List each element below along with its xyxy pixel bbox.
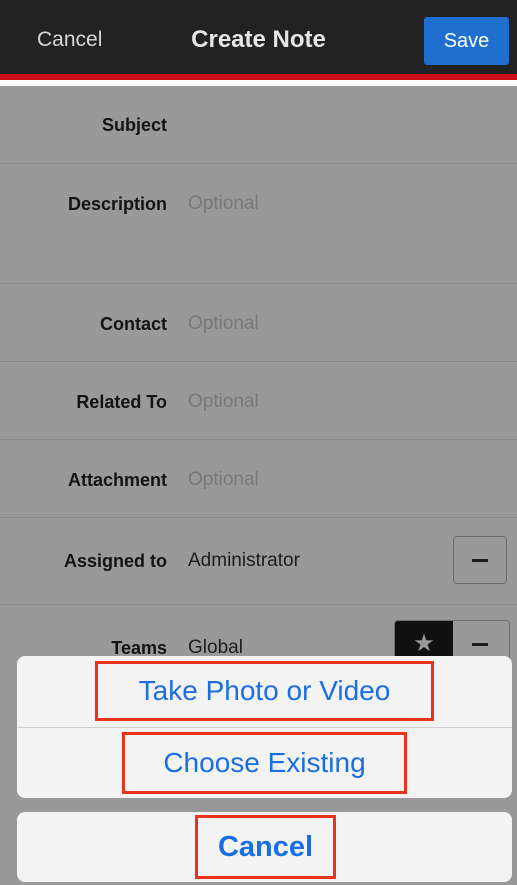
take-photo-highlight: Take Photo or Video <box>95 661 434 721</box>
choose-existing-highlight: Choose Existing <box>122 732 407 794</box>
choose-existing-option[interactable]: Choose Existing <box>17 728 512 798</box>
cancel-highlight: Cancel <box>195 815 336 879</box>
choose-existing-label: Choose Existing <box>163 747 366 778</box>
action-sheet-options: Take Photo or Video Choose Existing <box>17 656 512 798</box>
action-sheet-cancel-label: Cancel <box>217 831 314 863</box>
action-sheet-cancel-button[interactable]: Cancel <box>17 812 512 882</box>
take-photo-option[interactable]: Take Photo or Video <box>17 656 512 726</box>
navbar-accent-line <box>0 74 517 80</box>
navigation-bar: Cancel Create Note Save <box>0 0 517 80</box>
take-photo-label: Take Photo or Video <box>138 675 391 706</box>
save-button[interactable]: Save <box>424 17 509 65</box>
